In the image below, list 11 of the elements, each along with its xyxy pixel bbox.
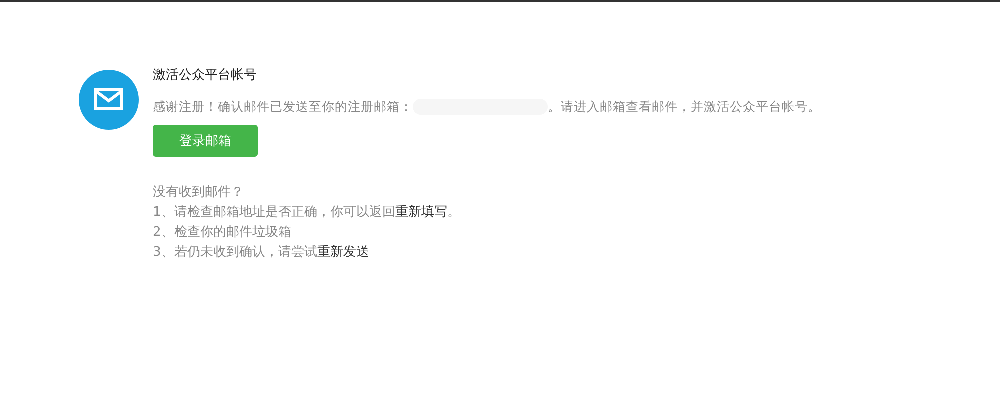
page-title: 激活公众平台帐号 — [153, 67, 257, 85]
help-heading: 没有收到邮件？ — [153, 184, 245, 202]
help-text: 1、请检查邮箱地址是否正确，你可以返回 — [153, 205, 396, 220]
help-text: 3、若仍未收到确认，请尝试 — [153, 245, 318, 260]
mail-icon — [79, 70, 139, 130]
message-text: 。请进入邮箱查看邮件，并激活公众平台帐号。 — [548, 98, 821, 116]
help-link[interactable]: 重新填写 — [395, 205, 448, 220]
message-text: 感谢注册！确认邮件已发送至你的注册邮箱： — [153, 98, 413, 116]
help-link[interactable]: 重新发送 — [317, 245, 370, 260]
help-text: 2、检查你的邮件垃圾箱 — [153, 225, 292, 240]
help-text: 。 — [447, 205, 460, 220]
